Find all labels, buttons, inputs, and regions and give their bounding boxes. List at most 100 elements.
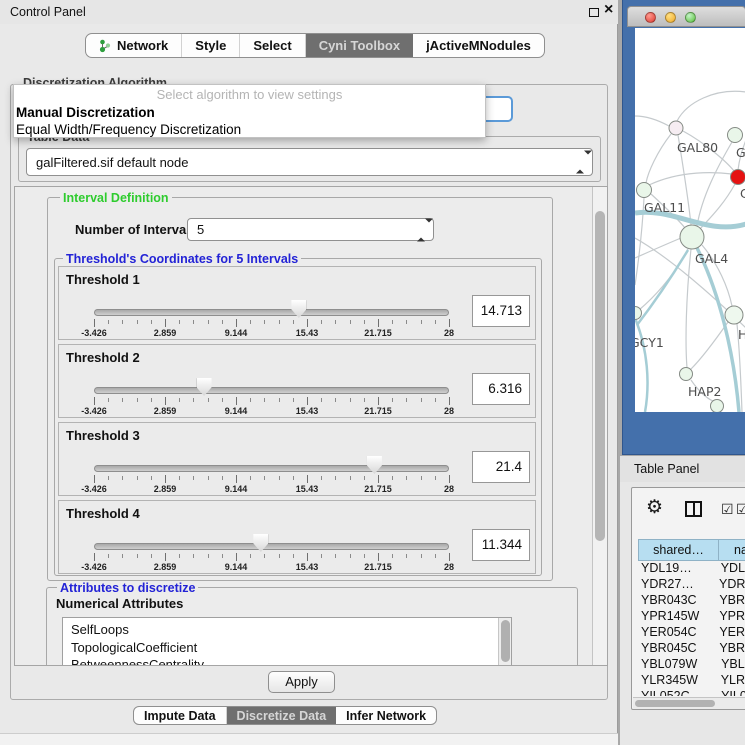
table-row[interactable]: YPR145WYPR1: [638, 609, 745, 625]
tab-jactivemnodules[interactable]: jActiveMNodules: [413, 34, 544, 57]
table-row[interactable]: YLR345WYLR3: [638, 673, 745, 689]
attribute-item-topologicalcoefficient[interactable]: TopologicalCoefficient: [63, 639, 511, 657]
column-header-shared[interactable]: shared…: [638, 539, 719, 561]
slider-tick: [406, 554, 407, 558]
table-data-combobox[interactable]: galFiltered.sif default node: [26, 148, 593, 176]
threshold-value-field[interactable]: 14.713: [472, 295, 530, 327]
popup-item-manual-discretization[interactable]: Manual Discretization: [14, 104, 485, 121]
close-icon[interactable]: ×: [604, 1, 613, 19]
table-cell[interactable]: YDR2: [712, 577, 745, 593]
table-cell[interactable]: YBL079W: [638, 657, 714, 673]
threshold-slider[interactable]: -3.4262.8599.14415.4321.71528: [94, 423, 449, 497]
attribute-item-selfloops[interactable]: SelfLoops: [63, 621, 511, 639]
number-of-intervals-combobox[interactable]: 5: [187, 218, 434, 241]
table-row[interactable]: YBR043CYBR0: [638, 593, 745, 609]
numerical-attributes-list[interactable]: SelfLoopsTopologicalCoefficientBetweenne…: [62, 617, 512, 666]
slider-track[interactable]: [94, 309, 449, 316]
slider-tick: [264, 554, 265, 558]
table-hscrollbar[interactable]: [633, 697, 745, 709]
column-header-name[interactable]: na: [719, 539, 745, 561]
table-cell[interactable]: YBR0: [712, 641, 745, 657]
table-row[interactable]: YBL079WYBL0: [638, 657, 745, 673]
slider-tick-label: -3.426: [81, 562, 107, 572]
popup-item-equal-width-frequency[interactable]: Equal Width/Frequency Discretization: [14, 121, 485, 138]
table-cell[interactable]: YER0: [712, 625, 745, 641]
split-column-icon[interactable]: [685, 501, 702, 517]
popup-placeholder-item[interactable]: Select algorithm to view settings: [14, 85, 485, 104]
tab-network[interactable]: Network: [86, 34, 182, 57]
table-cell[interactable]: YLR3: [714, 673, 745, 689]
table-panel-title: Table Panel: [634, 456, 699, 482]
bottom-strip: [0, 733, 618, 745]
table-cell[interactable]: YPR1: [712, 609, 745, 625]
number-of-intervals-value: 5: [197, 222, 204, 237]
mac-close-icon[interactable]: [645, 12, 656, 23]
network-node-gal80[interactable]: [669, 121, 683, 135]
table-cell[interactable]: YIL052C: [638, 689, 714, 696]
table-cell[interactable]: YPR145W: [638, 609, 712, 625]
network-node-c[interactable]: [731, 170, 745, 185]
slider-tick: [364, 554, 365, 558]
tab-cyni-toolbox[interactable]: Cyni Toolbox: [306, 34, 413, 57]
slider-tick: [165, 553, 166, 561]
slider-track[interactable]: [94, 465, 449, 472]
tab-select[interactable]: Select: [240, 34, 305, 57]
network-node-h[interactable]: [725, 306, 743, 324]
threshold-value-field[interactable]: 21.4: [472, 451, 530, 483]
slider-tick: [307, 475, 308, 483]
threshold-value-field[interactable]: 6.316: [472, 373, 530, 405]
numerical-attributes-label: Numerical Attributes: [56, 596, 183, 611]
network-icon: [99, 39, 111, 53]
control-panel-titlebar: Control Panel ×: [0, 0, 618, 24]
apply-button[interactable]: Apply: [268, 671, 335, 693]
tab-discretize-data[interactable]: Discretize Data: [227, 707, 337, 724]
table-row[interactable]: YBR045CYBR0: [638, 641, 745, 657]
table-row[interactable]: YDL19…YDL1: [638, 561, 745, 577]
mac-minimize-icon[interactable]: [665, 12, 676, 23]
slider-tick: [307, 397, 308, 405]
threshold-slider[interactable]: -3.4262.8599.14415.4321.71528: [94, 345, 449, 419]
network-view-window: GAL80GACGAL11GAL4GCY1HHAP2: [622, 0, 745, 455]
threshold-value-field[interactable]: 11.344: [472, 529, 530, 561]
table-row[interactable]: YIL052CYIL0: [638, 689, 745, 696]
table-cell[interactable]: YDL19…: [638, 561, 714, 577]
slider-track[interactable]: [94, 543, 449, 550]
table-cell[interactable]: YIL0: [714, 689, 745, 696]
float-window-icon[interactable]: [589, 8, 599, 17]
network-node[interactable]: [711, 400, 724, 413]
network-canvas[interactable]: GAL80GACGAL11GAL4GCY1HHAP2: [635, 28, 745, 412]
threshold-slider[interactable]: -3.4262.8599.14415.4321.71528: [94, 501, 449, 575]
slider-tick: [307, 553, 308, 561]
network-node-gal4[interactable]: [680, 225, 704, 249]
table-cell[interactable]: YBR045C: [638, 641, 712, 657]
list-scrollbar[interactable]: [498, 618, 511, 666]
network-node-hap2[interactable]: [680, 368, 693, 381]
table-row[interactable]: YER054CYER0: [638, 625, 745, 641]
gear-icon[interactable]: ⚙: [646, 496, 663, 519]
network-node-ga[interactable]: [728, 128, 743, 143]
table-cell[interactable]: YDL1: [714, 561, 745, 577]
checkbox-checked-icon[interactable]: ☑: [736, 501, 745, 518]
checkbox-checked-icon[interactable]: ☑: [721, 501, 734, 518]
table-cell[interactable]: YLR345W: [638, 673, 714, 689]
table-cell[interactable]: YDR27…: [638, 577, 712, 593]
table-row[interactable]: YDR27…YDR2: [638, 577, 745, 593]
table-cell[interactable]: YER054C: [638, 625, 712, 641]
threshold-slider[interactable]: -3.4262.8599.14415.4321.71528: [94, 267, 449, 341]
table-cell[interactable]: YBR043C: [638, 593, 712, 609]
tab-impute-data[interactable]: Impute Data: [134, 707, 227, 724]
slider-tick: [94, 475, 95, 483]
tab-infer-network[interactable]: Infer Network: [336, 707, 436, 724]
mac-zoom-icon[interactable]: [685, 12, 696, 23]
slider-tick-label: 21.715: [364, 484, 392, 494]
panel-scrollbar[interactable]: [592, 187, 607, 665]
table-cell[interactable]: YBL0: [714, 657, 745, 673]
slider-track[interactable]: [94, 387, 449, 394]
table-cell[interactable]: YBR0: [712, 593, 745, 609]
attribute-item-betweennesscentrality[interactable]: BetweennessCentrality: [63, 656, 511, 666]
tab-style[interactable]: Style: [182, 34, 240, 57]
network-window-titlebar[interactable]: [627, 6, 745, 27]
table-rows: YDL19…YDL1YDR27…YDR2YBR043CYBR0YPR145WYP…: [638, 561, 745, 696]
network-node-gal11[interactable]: [637, 183, 652, 198]
slider-tick: [378, 553, 379, 561]
